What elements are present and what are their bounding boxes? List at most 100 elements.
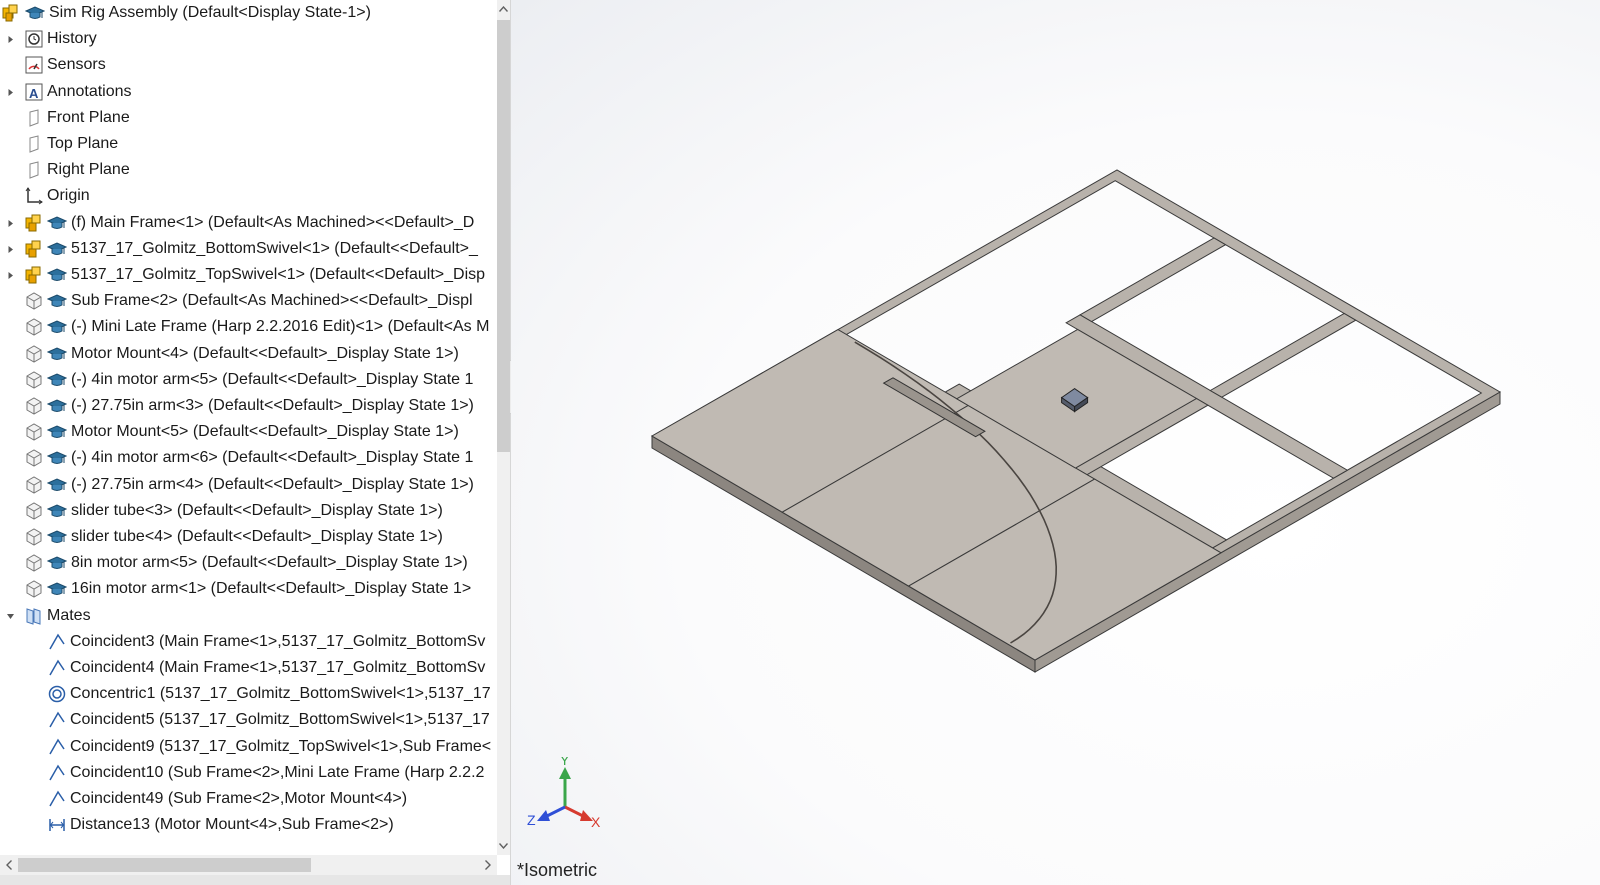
tree-item-label: Coincident3 (Main Frame<1>,5137_17_Golmi… <box>70 633 486 650</box>
part-icon <box>24 317 44 337</box>
panel-bottom-tab-strip[interactable] <box>0 875 510 885</box>
tree-item[interactable]: (-) Mini Late Frame (Harp 2.2.2016 Edit)… <box>0 314 497 340</box>
expander-collapsed-icon[interactable] <box>5 34 15 44</box>
tree-item-label: Concentric1 (5137_17_Golmitz_BottomSwive… <box>70 685 491 702</box>
tree-item[interactable]: Coincident3 (Main Frame<1>,5137_17_Golmi… <box>0 629 497 655</box>
annotations-icon: A <box>24 82 44 102</box>
graduation-cap-icon <box>25 3 45 23</box>
tree-item[interactable]: slider tube<3> (Default<<Default>_Displa… <box>0 498 497 524</box>
tree-item[interactable]: Right Plane <box>0 157 497 183</box>
tree-item-label: (-) 4in motor arm<6> (Default<<Default>_… <box>71 449 474 466</box>
tree-item-label: Motor Mount<5> (Default<<Default>_Displa… <box>71 423 459 440</box>
cross-beam <box>1079 237 1227 323</box>
graduation-cap-icon <box>47 553 67 573</box>
tree-item[interactable]: Motor Mount<4> (Default<<Default>_Displa… <box>0 341 497 367</box>
tree-item-label: Coincident9 (5137_17_Golmitz_TopSwivel<1… <box>70 738 492 755</box>
graduation-cap-icon <box>47 370 67 390</box>
tree-item[interactable]: Coincident9 (5137_17_Golmitz_TopSwivel<1… <box>0 734 497 760</box>
tree-item-label: (-) 27.75in arm<4> (Default<<Default>_Di… <box>71 476 474 493</box>
expander-expanded-icon[interactable] <box>5 611 15 621</box>
expander-collapsed-icon[interactable] <box>5 87 15 97</box>
tree-item[interactable]: Concentric1 (5137_17_Golmitz_BottomSwive… <box>0 681 497 707</box>
scroll-up-arrow-icon[interactable] <box>497 0 510 18</box>
tree-item-label: (-) 4in motor arm<5> (Default<<Default>_… <box>71 371 474 388</box>
tree-item[interactable]: 5137_17_Golmitz_TopSwivel<1> (Default<<D… <box>0 262 497 288</box>
part-icon <box>24 422 44 442</box>
tree-item[interactable]: Sim Rig Assembly (Default<Display State-… <box>0 0 497 26</box>
tree-item[interactable]: Coincident4 (Main Frame<1>,5137_17_Golmi… <box>0 655 497 681</box>
plane-icon <box>24 160 44 180</box>
tree-item-label: Right Plane <box>47 161 130 178</box>
coincident-mate-icon <box>47 737 67 757</box>
tree-item[interactable]: 16in motor arm<1> (Default<<Default>_Dis… <box>0 576 497 602</box>
x-axis-label: X <box>591 814 601 830</box>
coincident-mate-icon <box>47 658 67 678</box>
tree-item-label: Motor Mount<4> (Default<<Default>_Displa… <box>71 345 459 362</box>
tree-item[interactable]: Motor Mount<5> (Default<<Default>_Displa… <box>0 419 497 445</box>
tree-item[interactable]: Mates <box>0 603 497 629</box>
graphics-viewport[interactable]: Y Z X *Isometric <box>511 0 1600 885</box>
expander-collapsed-icon[interactable] <box>5 218 15 228</box>
scroll-down-arrow-icon[interactable] <box>497 837 510 855</box>
tree-item[interactable]: Origin <box>0 183 497 209</box>
concentric-mate-icon <box>47 684 67 704</box>
tree-item[interactable]: Sub Frame<2> (Default<As Machined><<Defa… <box>0 288 497 314</box>
orientation-triad: Y Z X <box>527 757 601 830</box>
tree-item[interactable]: 5137_17_Golmitz_BottomSwivel<1> (Default… <box>0 236 497 262</box>
distance-mate-icon <box>47 815 67 835</box>
tree-item-label: Coincident5 (5137_17_Golmitz_BottomSwive… <box>70 711 490 728</box>
expander-collapsed-icon[interactable] <box>5 270 15 280</box>
tree-item-label: (-) 27.75in arm<3> (Default<<Default>_Di… <box>71 397 474 414</box>
tree-item[interactable]: History <box>0 26 497 52</box>
svg-text:A: A <box>29 86 39 101</box>
tree-item-label: Top Plane <box>47 135 119 152</box>
coincident-mate-icon <box>47 632 67 652</box>
expander-collapsed-icon[interactable] <box>5 244 15 254</box>
tree-item[interactable]: (-) 4in motor arm<5> (Default<<Default>_… <box>0 367 497 393</box>
graduation-cap-icon <box>47 265 67 285</box>
tree-item[interactable]: Distance13 (Motor Mount<4>,Sub Frame<2>) <box>0 812 497 838</box>
tree-item[interactable]: (-) 4in motor arm<6> (Default<<Default>_… <box>0 445 497 471</box>
sim-rig-model-render[interactable] <box>511 0 1600 885</box>
origin-icon <box>24 186 44 206</box>
tree-item[interactable]: (f) Main Frame<1> (Default<As Machined><… <box>0 210 497 236</box>
tree-vertical-scroll-thumb[interactable] <box>497 20 510 452</box>
part-icon <box>24 344 44 364</box>
tree-vertical-scrollbar[interactable] <box>497 0 510 855</box>
tree-item[interactable]: A Annotations <box>0 79 497 105</box>
tree-item-label: Coincident49 (Sub Frame<2>,Motor Mount<4… <box>70 790 408 807</box>
graduation-cap-icon <box>47 396 67 416</box>
view-orientation-label: *Isometric <box>517 860 598 880</box>
tree-item[interactable]: (-) 27.75in arm<3> (Default<<Default>_Di… <box>0 393 497 419</box>
tree-item[interactable]: Front Plane <box>0 105 497 131</box>
scroll-right-arrow-icon[interactable] <box>479 855 497 875</box>
tree-horizontal-scroll-thumb[interactable] <box>18 858 311 872</box>
part-icon <box>24 475 44 495</box>
tree-item-label: Front Plane <box>47 109 130 126</box>
part-icon <box>24 579 44 599</box>
scroll-left-arrow-icon[interactable] <box>0 855 18 875</box>
graduation-cap-icon <box>47 291 67 311</box>
part-icon <box>24 448 44 468</box>
tree-item[interactable]: slider tube<4> (Default<<Default>_Displa… <box>0 524 497 550</box>
tree-item[interactable]: Coincident5 (5137_17_Golmitz_BottomSwive… <box>0 707 497 733</box>
graduation-cap-icon <box>47 527 67 547</box>
tree-item[interactable]: (-) 27.75in arm<4> (Default<<Default>_Di… <box>0 472 497 498</box>
part-icon <box>24 291 44 311</box>
tree-item[interactable]: Coincident10 (Sub Frame<2>,Mini Late Fra… <box>0 760 497 786</box>
tree-item[interactable]: Coincident49 (Sub Frame<2>,Motor Mount<4… <box>0 786 497 812</box>
graduation-cap-icon <box>47 579 67 599</box>
tree-item[interactable]: 8in motor arm<5> (Default<<Default>_Disp… <box>0 550 497 576</box>
part-icon <box>24 501 44 521</box>
tree-item-label: Coincident4 (Main Frame<1>,5137_17_Golmi… <box>70 659 486 676</box>
y-axis-label: Y <box>560 757 570 768</box>
feature-tree-list: Sim Rig Assembly (Default<Display State-… <box>0 0 497 855</box>
part-icon <box>24 527 44 547</box>
tree-item[interactable]: Top Plane <box>0 131 497 157</box>
tree-item[interactable]: Sensors <box>0 52 497 78</box>
tree-item-label: (f) Main Frame<1> (Default<As Machined><… <box>71 214 475 231</box>
tree-horizontal-scrollbar[interactable] <box>0 855 497 875</box>
graduation-cap-icon <box>47 317 67 337</box>
tree-item-label: Origin <box>47 187 90 204</box>
graduation-cap-icon <box>47 422 67 442</box>
